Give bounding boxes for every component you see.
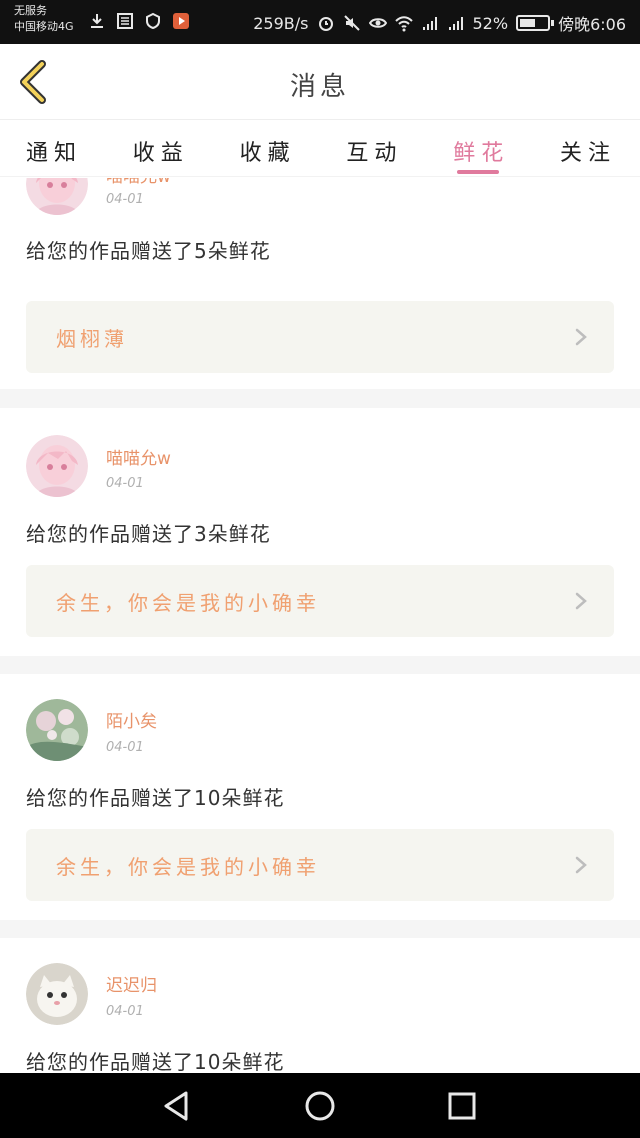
download-icon	[91, 14, 103, 28]
header: 消息	[0, 44, 640, 120]
tab-bar: 通知 收益 收藏 互动 鲜花 关注	[0, 121, 640, 177]
status-right: 259B/s 52% 傍晚6:06	[253, 11, 626, 35]
battery-percent: 52%	[472, 13, 509, 33]
message-date: 04-01	[106, 740, 144, 755]
net-speed: 259B/s	[253, 13, 309, 33]
tab-follow[interactable]: 关注	[560, 121, 616, 176]
home-circle-icon[interactable]	[301, 1087, 339, 1125]
message-card: 喵喵允w 04-01 给您的作品赠送了5朵鲜花 烟栩薄	[0, 178, 640, 389]
message-date: 04-01	[106, 476, 144, 491]
work-link[interactable]: 余生，你会是我的小确幸	[26, 829, 614, 901]
sender-name[interactable]: 陌小矣	[106, 707, 157, 732]
work-title: 烟栩薄	[56, 327, 128, 351]
avatar[interactable]	[26, 178, 88, 215]
carrier-info: 无服务 中国移动4G	[14, 3, 74, 35]
tab-flowers[interactable]: 鲜花	[453, 121, 509, 176]
work-title: 余生，你会是我的小确幸	[56, 591, 320, 615]
work-link[interactable]: 烟栩薄	[26, 301, 614, 373]
eye-icon	[368, 18, 387, 28]
message-text: 给您的作品赠送了10朵鲜花	[26, 1050, 285, 1073]
carrier-line1: 无服务	[14, 4, 47, 17]
work-title: 余生，你会是我的小确幸	[56, 855, 320, 879]
message-date: 04-01	[106, 1004, 144, 1019]
work-link[interactable]: 余生，你会是我的小确幸	[26, 565, 614, 637]
sender-name[interactable]: 迟迟归	[106, 971, 157, 996]
carrier-line2: 中国移动4G	[14, 20, 74, 33]
tab-interaction[interactable]: 互动	[346, 121, 402, 176]
shield-icon	[146, 12, 160, 30]
page-title: 消息	[289, 72, 350, 102]
avatar[interactable]	[26, 963, 88, 1025]
message-date: 04-01	[106, 192, 144, 207]
message-text: 给您的作品赠送了10朵鲜花	[26, 786, 285, 810]
battery-icon	[516, 15, 555, 31]
back-triangle-icon[interactable]	[158, 1087, 196, 1125]
signal-4g-icon	[448, 17, 463, 30]
clock: 傍晚6:06	[558, 15, 626, 34]
sender-name[interactable]: 喵喵允w	[106, 178, 171, 187]
sender-name[interactable]: 喵喵允w	[106, 444, 171, 469]
notification-icons	[88, 12, 190, 30]
wifi-icon	[394, 16, 413, 32]
storage-icon	[117, 13, 133, 29]
chevron-right-icon	[575, 856, 587, 874]
message-card: 陌小矣 04-01 给您的作品赠送了10朵鲜花 余生，你会是我的小确幸	[0, 674, 640, 920]
alarm-icon	[318, 17, 333, 31]
message-feed[interactable]: 喵喵允w 04-01 给您的作品赠送了5朵鲜花 烟栩薄 喵喵允w 04-01 给…	[0, 178, 640, 1073]
tab-notice[interactable]: 通知	[26, 121, 82, 176]
avatar[interactable]	[26, 435, 88, 497]
recents-square-icon[interactable]	[443, 1087, 481, 1125]
status-bar: 无服务 中国移动4G 259B/s 52% 傍晚6:06	[0, 0, 640, 44]
message-card: 迟迟归 04-01 给您的作品赠送了10朵鲜花	[0, 938, 640, 1073]
message-card: 喵喵允w 04-01 给您的作品赠送了3朵鲜花 余生，你会是我的小确幸	[0, 408, 640, 656]
message-text: 给您的作品赠送了5朵鲜花	[26, 239, 271, 263]
system-nav-bar	[0, 1073, 640, 1138]
mute-icon	[343, 15, 360, 31]
tab-earnings[interactable]: 收益	[133, 121, 189, 176]
video-app-icon	[173, 13, 189, 29]
chevron-right-icon	[575, 328, 587, 346]
signal-icon	[422, 17, 437, 30]
avatar[interactable]	[26, 699, 88, 761]
message-text: 给您的作品赠送了3朵鲜花	[26, 522, 271, 546]
tab-favorites[interactable]: 收藏	[240, 121, 296, 176]
chevron-right-icon	[575, 592, 587, 610]
